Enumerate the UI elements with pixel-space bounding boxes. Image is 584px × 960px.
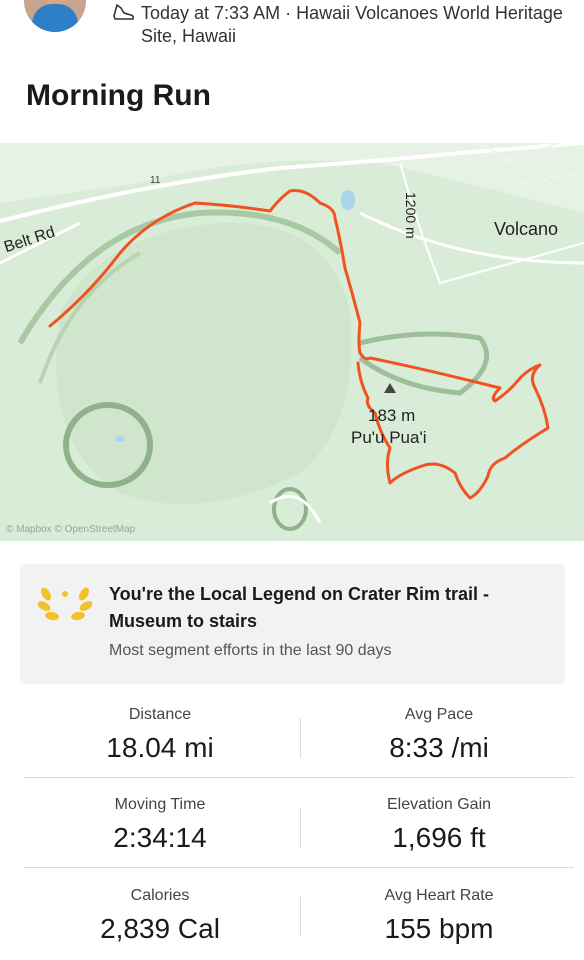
stat-value-avg-heart-rate: 155 bpm	[384, 913, 494, 944]
divider	[24, 867, 574, 868]
stat-label-elevation-gain: Elevation Gain	[386, 796, 492, 813]
map-label-peak: Pu'u Pua'i	[351, 428, 427, 447]
stat-label-avg-heart-rate: Avg Heart Rate	[384, 887, 494, 904]
activity-header: Today at 7:33 AM · Hawaii Volcanoes Worl…	[0, 0, 584, 130]
map-graphic	[0, 143, 584, 531]
map-attribution[interactable]: © Mapbox © OpenStreetMap	[6, 524, 135, 535]
stat-value-moving-time: 2:34:14	[113, 822, 207, 853]
activity-datetime-location: Today at 7:33 AM · Hawaii Volcanoes Worl…	[141, 3, 563, 23]
stat-label-avg-pace: Avg Pace	[404, 706, 474, 723]
local-legend-subtitle: Most segment efforts in the last 90 days	[109, 642, 392, 659]
stat-label-moving-time: Moving Time	[114, 796, 206, 813]
route-map[interactable]	[0, 143, 584, 541]
avatar[interactable]	[24, 0, 86, 32]
laurel-icon	[37, 587, 93, 621]
small-pond	[115, 436, 125, 442]
caldera-area	[56, 222, 352, 505]
stat-value-elevation-gain: 1,696 ft	[392, 822, 486, 853]
activity-title[interactable]: Morning Run	[26, 79, 211, 113]
map-label-road-number: 11	[150, 175, 161, 186]
local-legend-title: You're the Local Legend on Crater Rim tr…	[109, 584, 490, 631]
divider	[300, 897, 301, 937]
divider	[300, 808, 301, 848]
avatar-shirt	[32, 4, 78, 32]
stat-value-distance: 18.04 mi	[106, 732, 214, 763]
peak-marker-icon	[384, 383, 396, 393]
stat-label-calories: Calories	[130, 887, 190, 904]
map-label-contour: 1200 m	[403, 192, 419, 239]
lake	[341, 190, 355, 210]
stat-label-distance: Distance	[128, 706, 192, 723]
running-shoe-icon	[113, 4, 135, 20]
crater-ridge	[358, 331, 490, 396]
divider	[24, 777, 574, 778]
activity-location-continued: Site, Hawaii	[141, 26, 237, 46]
stat-value-avg-pace: 8:33 /mi	[389, 732, 489, 763]
stat-value-calories: 2,839 Cal	[100, 913, 220, 944]
map-label-elevation: 183 m	[368, 406, 416, 425]
divider	[300, 718, 301, 758]
map-label-volcano: Volcano	[494, 219, 559, 239]
